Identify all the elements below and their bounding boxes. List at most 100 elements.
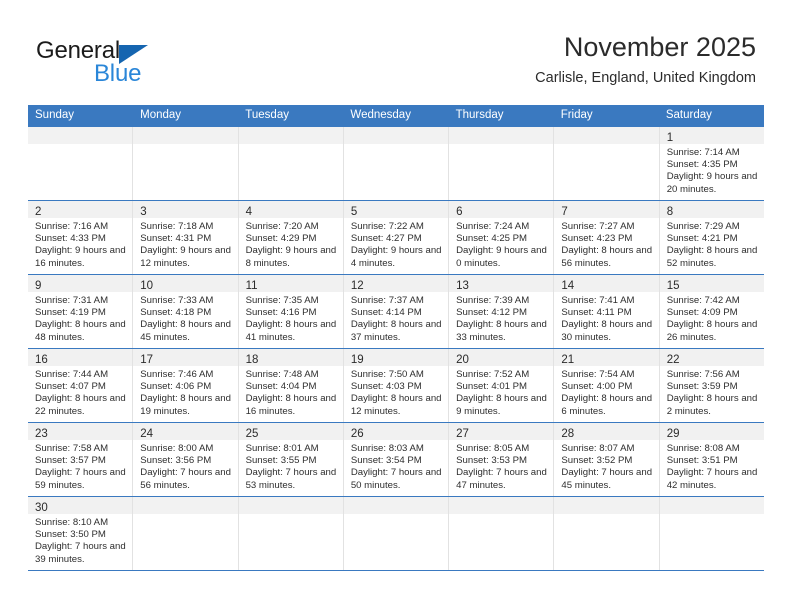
daylight-text: Daylight: 9 hours and 0 minutes.: [456, 245, 547, 269]
day-cell[interactable]: [237, 127, 343, 200]
sunrise-text: Sunrise: 8:10 AM: [35, 517, 109, 528]
day-cell[interactable]: 27 Sunrise: 8:05 AM Sunset: 3:53 PM Dayl…: [448, 423, 554, 496]
daylight-text: Daylight: 8 hours and 6 minutes.: [561, 393, 653, 417]
day-number-band: [659, 497, 764, 514]
day-details: [239, 144, 343, 151]
day-cell[interactable]: 24 Sunrise: 8:00 AM Sunset: 3:56 PM Dayl…: [132, 423, 238, 496]
day-number: 25: [245, 428, 259, 440]
day-number: 29: [666, 428, 680, 440]
day-cell[interactable]: [237, 497, 343, 570]
daylight-text: Daylight: 8 hours and 26 minutes.: [666, 319, 758, 343]
daylight-text: Daylight: 8 hours and 48 minutes.: [35, 319, 126, 343]
day-cell[interactable]: 4 Sunrise: 7:20 AM Sunset: 4:29 PM Dayli…: [237, 201, 343, 274]
day-cell[interactable]: 22 Sunrise: 7:56 AM Sunset: 3:59 PM Dayl…: [658, 349, 764, 422]
sunrise-text: Sunrise: 7:14 AM: [666, 147, 740, 158]
day-number-band: 6: [449, 201, 554, 218]
day-cell[interactable]: 28 Sunrise: 8:07 AM Sunset: 3:52 PM Dayl…: [553, 423, 659, 496]
day-cell[interactable]: 26 Sunrise: 8:03 AM Sunset: 3:54 PM Dayl…: [342, 423, 449, 496]
weekday-header-wednesday: Wednesday: [350, 109, 411, 121]
day-cell[interactable]: [448, 127, 554, 200]
week-row: 9 Sunrise: 7:31 AM Sunset: 4:19 PM Dayli…: [28, 274, 764, 348]
sunrise-text: Sunrise: 7:16 AM: [35, 221, 109, 232]
sunrise-text: Sunrise: 7:46 AM: [140, 369, 214, 380]
day-cell[interactable]: [132, 497, 238, 570]
day-number: 11: [245, 280, 258, 292]
day-cell[interactable]: 23 Sunrise: 7:58 AM Sunset: 3:57 PM Dayl…: [28, 423, 133, 496]
day-number: 18: [245, 354, 259, 366]
sunrise-text: Sunrise: 7:31 AM: [35, 295, 109, 306]
brand-name-blue: Blue: [94, 60, 142, 87]
day-details: Sunrise: 7:29 AM Sunset: 4:21 PM Dayligh…: [660, 218, 764, 274]
day-cell[interactable]: 25 Sunrise: 8:01 AM Sunset: 3:55 PM Dayl…: [237, 423, 343, 496]
sunset-text: Sunset: 4:18 PM: [140, 307, 212, 319]
day-details: [344, 144, 448, 151]
day-cell[interactable]: [448, 497, 554, 570]
daylight-text: Daylight: 8 hours and 52 minutes.: [666, 245, 758, 269]
day-cell[interactable]: 14 Sunrise: 7:41 AM Sunset: 4:11 PM Dayl…: [553, 275, 659, 348]
day-details: [28, 144, 132, 151]
day-cell[interactable]: [553, 497, 659, 570]
day-cell[interactable]: [342, 497, 449, 570]
day-number-band: 11: [238, 275, 343, 292]
day-cell[interactable]: 21 Sunrise: 7:54 AM Sunset: 4:00 PM Dayl…: [553, 349, 659, 422]
day-details: Sunrise: 7:18 AM Sunset: 4:31 PM Dayligh…: [133, 218, 237, 274]
day-details: Sunrise: 7:42 AM Sunset: 4:09 PM Dayligh…: [660, 292, 764, 348]
day-cell[interactable]: 8 Sunrise: 7:29 AM Sunset: 4:21 PM Dayli…: [658, 201, 764, 274]
daylight-text: Daylight: 8 hours and 22 minutes.: [35, 393, 126, 417]
day-cell[interactable]: 18 Sunrise: 7:48 AM Sunset: 4:04 PM Dayl…: [237, 349, 343, 422]
day-cell[interactable]: 30 Sunrise: 8:10 AM Sunset: 3:50 PM Dayl…: [28, 497, 133, 570]
day-details: [554, 514, 658, 521]
day-number: 19: [350, 354, 364, 366]
day-cell[interactable]: 3 Sunrise: 7:18 AM Sunset: 4:31 PM Dayli…: [132, 201, 238, 274]
day-cell[interactable]: [342, 127, 449, 200]
day-number-band: 9: [28, 275, 133, 292]
day-cell[interactable]: 2 Sunrise: 7:16 AM Sunset: 4:33 PM Dayli…: [28, 201, 133, 274]
day-cell[interactable]: 1 Sunrise: 7:14 AM Sunset: 4:35 PM Dayli…: [658, 127, 764, 200]
day-number-band: 27: [449, 423, 554, 440]
sunset-text: Sunset: 3:54 PM: [350, 455, 422, 467]
day-number-band: 23: [28, 423, 133, 440]
day-cell[interactable]: 6 Sunrise: 7:24 AM Sunset: 4:25 PM Dayli…: [448, 201, 554, 274]
day-cell[interactable]: 19 Sunrise: 7:50 AM Sunset: 4:03 PM Dayl…: [342, 349, 449, 422]
sunrise-text: Sunrise: 7:22 AM: [350, 221, 424, 232]
week-row: 2 Sunrise: 7:16 AM Sunset: 4:33 PM Dayli…: [28, 200, 764, 274]
day-details: Sunrise: 7:58 AM Sunset: 3:57 PM Dayligh…: [28, 440, 132, 496]
daylight-text: Daylight: 7 hours and 50 minutes.: [350, 467, 442, 491]
sunset-text: Sunset: 4:35 PM: [666, 159, 738, 171]
sunset-text: Sunset: 3:59 PM: [666, 381, 738, 393]
day-number: 4: [245, 206, 252, 218]
day-cell[interactable]: 16 Sunrise: 7:44 AM Sunset: 4:07 PM Dayl…: [28, 349, 133, 422]
day-details: [449, 144, 553, 151]
day-details: Sunrise: 7:56 AM Sunset: 3:59 PM Dayligh…: [660, 366, 764, 422]
title-block: November 2025 Carlisle, England, United …: [535, 30, 756, 88]
daylight-text: Daylight: 8 hours and 9 minutes.: [456, 393, 547, 417]
sunset-text: Sunset: 4:19 PM: [35, 307, 106, 319]
day-number-band: 17: [133, 349, 238, 366]
day-cell[interactable]: 13 Sunrise: 7:39 AM Sunset: 4:12 PM Dayl…: [448, 275, 554, 348]
day-cell[interactable]: 17 Sunrise: 7:46 AM Sunset: 4:06 PM Dayl…: [132, 349, 238, 422]
day-cell[interactable]: 15 Sunrise: 7:42 AM Sunset: 4:09 PM Dayl…: [658, 275, 764, 348]
day-cell[interactable]: 7 Sunrise: 7:27 AM Sunset: 4:23 PM Dayli…: [553, 201, 659, 274]
day-cell[interactable]: 10 Sunrise: 7:33 AM Sunset: 4:18 PM Dayl…: [132, 275, 238, 348]
day-cell[interactable]: [28, 127, 133, 200]
day-number-band: 18: [238, 349, 343, 366]
day-number-band: 24: [133, 423, 238, 440]
day-cell[interactable]: [658, 497, 764, 570]
day-details: [449, 514, 553, 521]
day-cell[interactable]: 9 Sunrise: 7:31 AM Sunset: 4:19 PM Dayli…: [28, 275, 133, 348]
daylight-text: Daylight: 8 hours and 12 minutes.: [350, 393, 442, 417]
day-number: 2: [35, 206, 42, 218]
day-details: [133, 514, 237, 521]
day-details: Sunrise: 7:48 AM Sunset: 4:04 PM Dayligh…: [239, 366, 343, 422]
day-number-band: [343, 127, 449, 144]
day-cell[interactable]: [553, 127, 659, 200]
day-cell[interactable]: 20 Sunrise: 7:52 AM Sunset: 4:01 PM Dayl…: [448, 349, 554, 422]
sunset-text: Sunset: 4:29 PM: [245, 233, 317, 245]
day-cell[interactable]: 5 Sunrise: 7:22 AM Sunset: 4:27 PM Dayli…: [342, 201, 449, 274]
day-cell[interactable]: 12 Sunrise: 7:37 AM Sunset: 4:14 PM Dayl…: [342, 275, 449, 348]
day-cell[interactable]: 29 Sunrise: 8:08 AM Sunset: 3:51 PM Dayl…: [658, 423, 764, 496]
day-cell[interactable]: [132, 127, 238, 200]
weekday-header-tuesday: Tuesday: [245, 109, 289, 121]
day-cell[interactable]: 11 Sunrise: 7:35 AM Sunset: 4:16 PM Dayl…: [237, 275, 343, 348]
day-details: Sunrise: 7:52 AM Sunset: 4:01 PM Dayligh…: [449, 366, 553, 422]
